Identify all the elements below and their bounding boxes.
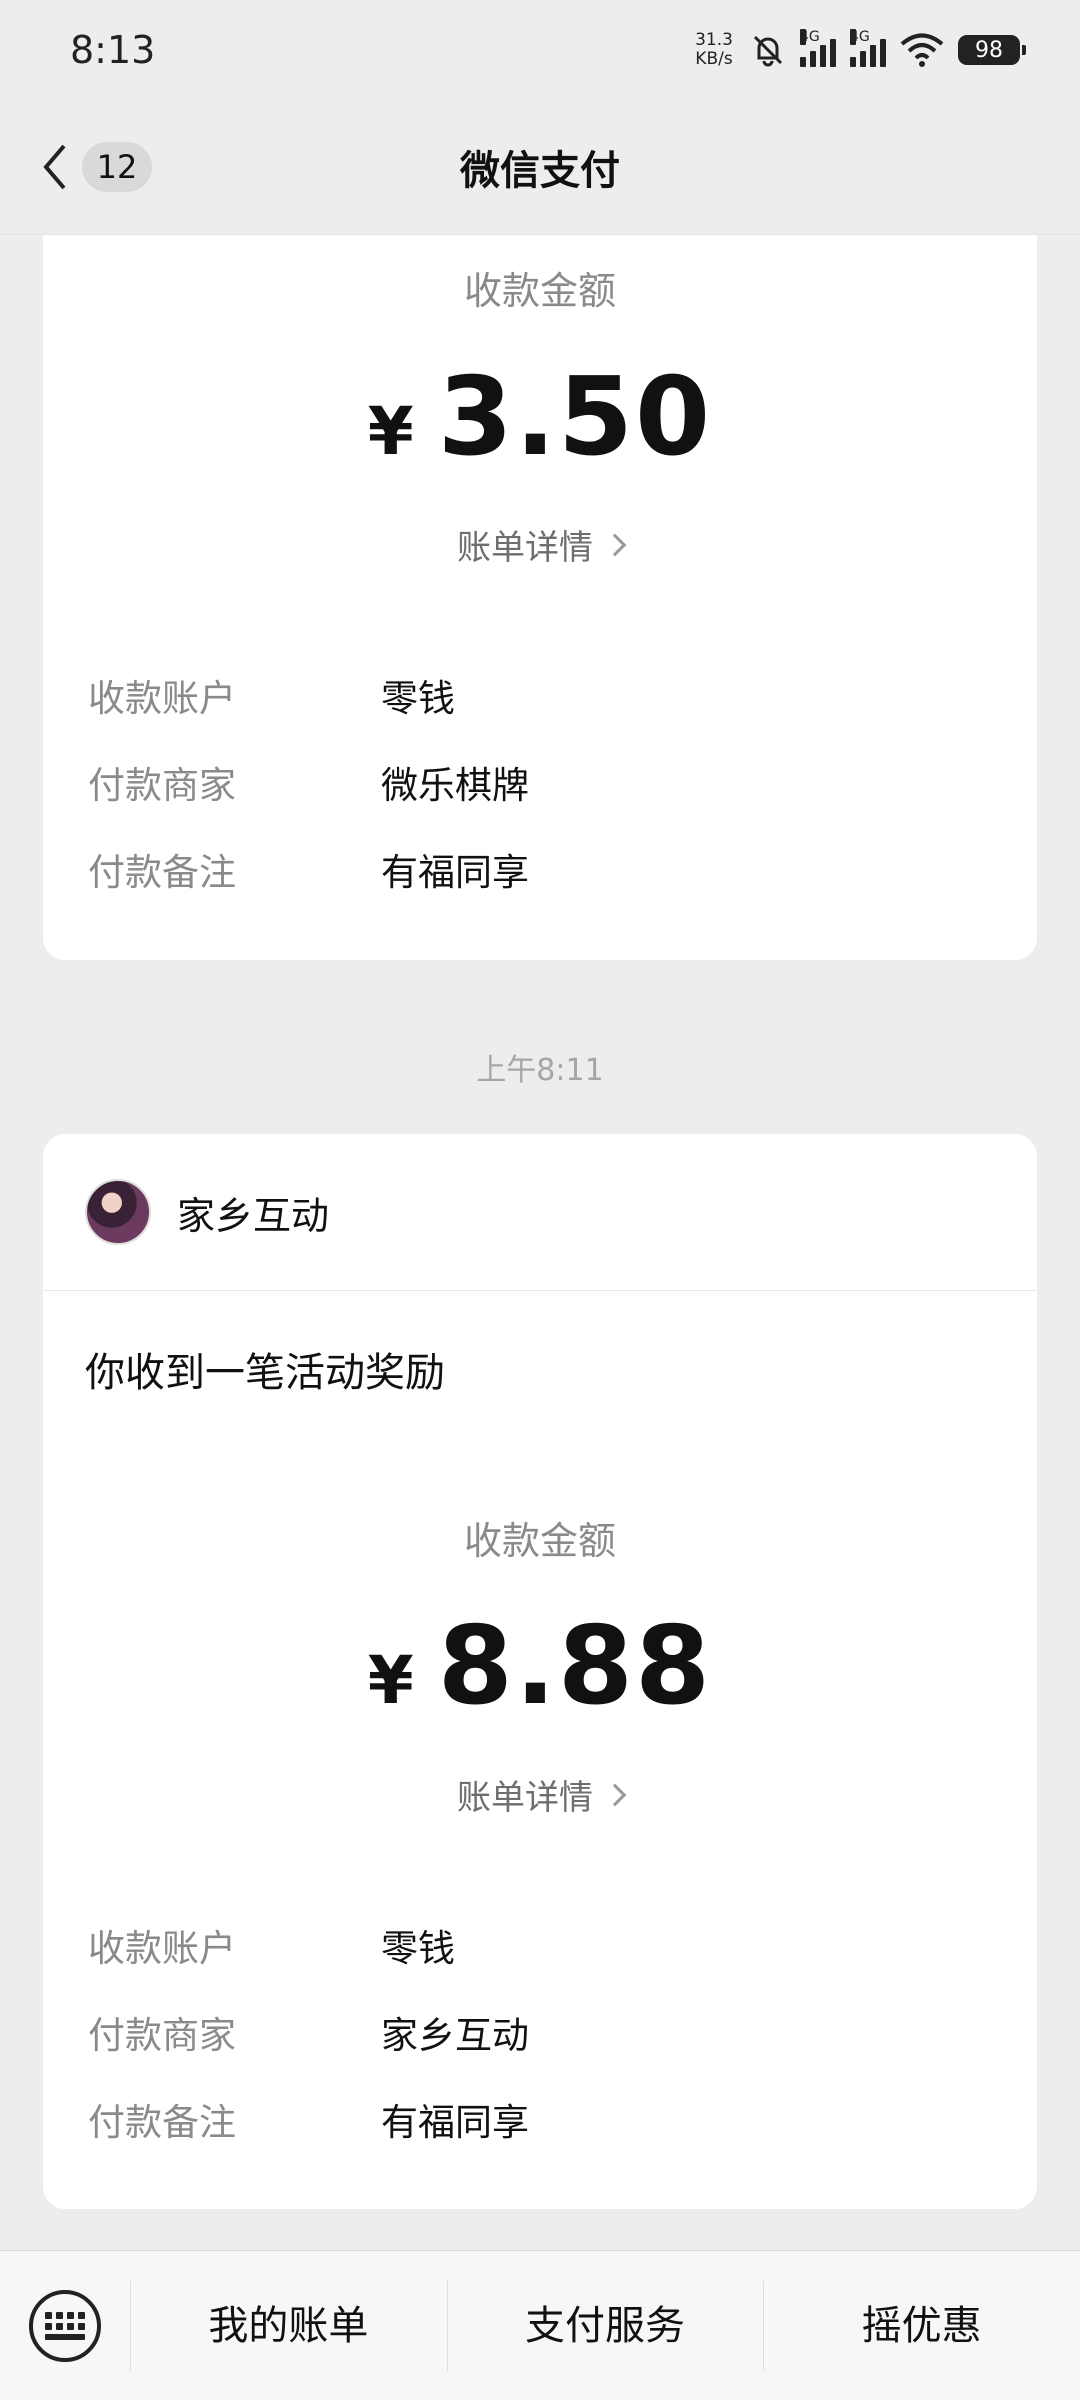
field-row: 收款账户 零钱: [88, 1927, 455, 1970]
status-icons: 31.3 KB/s 4G 4G 98: [692, 29, 1026, 69]
network-speed: 31.3 KB/s: [695, 30, 733, 69]
bottom-menu-bar: 我的账单 支付服务 摇优惠: [0, 2250, 1080, 2400]
chevron-left-icon: [43, 144, 66, 190]
menu-shake-offers[interactable]: 摇优惠: [763, 2280, 1080, 2371]
keyboard-toggle-button[interactable]: [0, 2289, 130, 2362]
merchant-header[interactable]: 家乡互动: [43, 1134, 1037, 1291]
status-time: 8:13: [70, 28, 156, 72]
message-headline: 你收到一笔活动奖励: [85, 1350, 445, 1396]
message-timestamp: 上午8:11: [476, 1053, 604, 1088]
chevron-right-icon: [603, 1783, 627, 1806]
bill-detail-link[interactable]: 账单详情: [43, 1770, 1037, 1819]
amount-label: 收款金额: [463, 269, 616, 313]
menu-payment-services[interactable]: 支付服务: [446, 2280, 764, 2371]
merchant-name: 家乡互动: [177, 1193, 330, 1238]
merchant-avatar: [85, 1179, 151, 1245]
payment-card-2[interactable]: 家乡互动 你收到一笔活动奖励 收款金额 ¥ 8.88 账单详情 收款账户 零钱 …: [43, 1134, 1037, 2209]
menu-my-bills[interactable]: 我的账单: [130, 2280, 447, 2371]
signal-icon-1: 4G: [800, 29, 836, 67]
battery-indicator: 98: [958, 35, 1026, 65]
page-title: 微信支付: [460, 148, 620, 194]
amount-value: ¥ 8.88: [367, 1604, 713, 1729]
field-row: 付款商家 微乐棋牌: [88, 764, 529, 807]
field-row: 收款账户 零钱: [88, 677, 455, 720]
wifi-icon: [900, 33, 944, 67]
signal-icon-2: 4G: [850, 29, 886, 67]
chevron-right-icon: [603, 533, 627, 556]
keyboard-icon: [29, 2289, 101, 2362]
field-row: 付款备注 有福同享: [88, 2101, 529, 2144]
amount-value: ¥ 3.50: [367, 355, 713, 480]
field-row: 付款商家 家乡互动: [88, 2014, 529, 2057]
back-button[interactable]: 12: [40, 142, 152, 192]
bill-detail-link[interactable]: 账单详情: [43, 520, 1037, 569]
amount-label: 收款金额: [463, 1519, 616, 1563]
unread-count-badge: 12: [82, 142, 152, 192]
nav-bar: 12 微信支付: [0, 100, 1080, 235]
bell-muted-icon: [753, 35, 783, 67]
status-bar: 8:13 31.3 KB/s 4G 4G 98: [0, 0, 1080, 100]
payment-card-1: 收款金额 ¥ 3.50 账单详情 收款账户 零钱 付款商家 微乐棋牌 付款备注 …: [43, 160, 1037, 960]
field-row: 付款备注 有福同享: [88, 851, 529, 894]
